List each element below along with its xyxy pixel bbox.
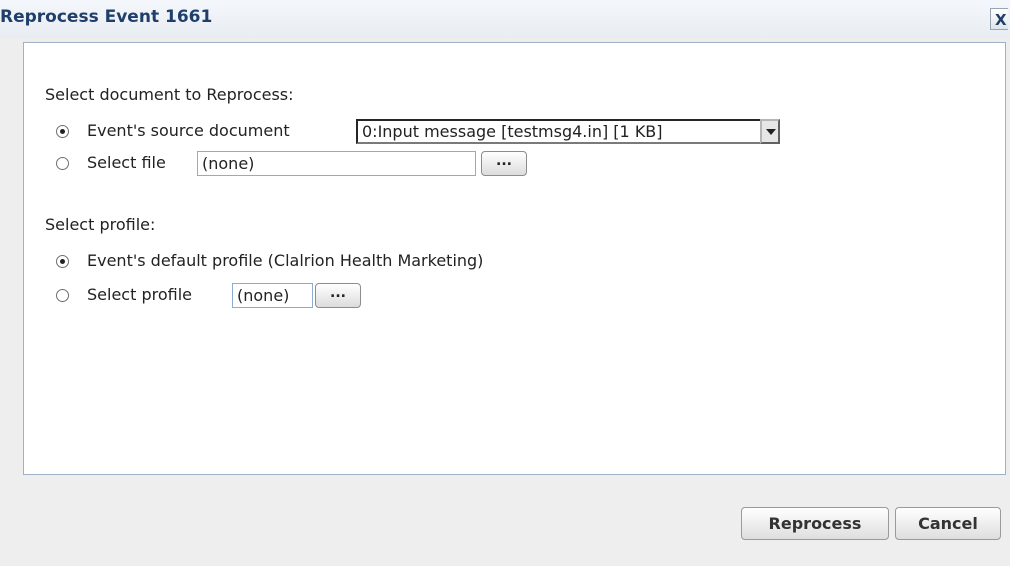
default-profile-option: Event's default profile (Clalrion Health…	[24, 249, 1004, 277]
reprocess-button[interactable]: Reprocess	[741, 507, 889, 540]
default-profile-label: Event's default profile (Clalrion Health…	[87, 251, 484, 270]
source-document-option: Event's source document 0:Input message …	[24, 119, 1004, 147]
select-file-label: Select file	[87, 153, 166, 172]
default-profile-radio[interactable]	[56, 255, 69, 268]
source-document-label: Event's source document	[87, 121, 290, 140]
dialog-title: Reprocess Event 1661	[0, 7, 213, 27]
select-profile-label: Select profile	[87, 285, 192, 304]
dialog-titlebar: Reprocess Event 1661 X	[0, 0, 1010, 38]
cancel-button[interactable]: Cancel	[895, 507, 1001, 540]
dialog-content-panel: Select document to Reprocess: Event's so…	[23, 42, 1006, 475]
chevron-down-icon[interactable]	[760, 119, 780, 144]
select-profile-field[interactable]: (none)	[232, 283, 313, 308]
profile-section-label: Select profile:	[45, 215, 156, 234]
close-button[interactable]: X	[990, 8, 1008, 30]
source-document-radio[interactable]	[56, 125, 69, 138]
document-section-label: Select document to Reprocess:	[45, 85, 294, 104]
select-profile-option: Select profile (none) ...	[24, 283, 1004, 311]
browse-profile-button[interactable]: ...	[315, 283, 361, 308]
select-file-field[interactable]: (none)	[197, 151, 476, 176]
browse-file-button[interactable]: ...	[481, 151, 527, 176]
select-file-radio[interactable]	[56, 157, 69, 170]
reprocess-dialog: Reprocess Event 1661 X Select document t…	[0, 0, 1010, 566]
select-file-option: Select file (none) ...	[24, 151, 1004, 179]
source-document-select[interactable]: 0:Input message [testmsg4.in] [1 KB]	[356, 119, 760, 144]
select-profile-radio[interactable]	[56, 289, 69, 302]
